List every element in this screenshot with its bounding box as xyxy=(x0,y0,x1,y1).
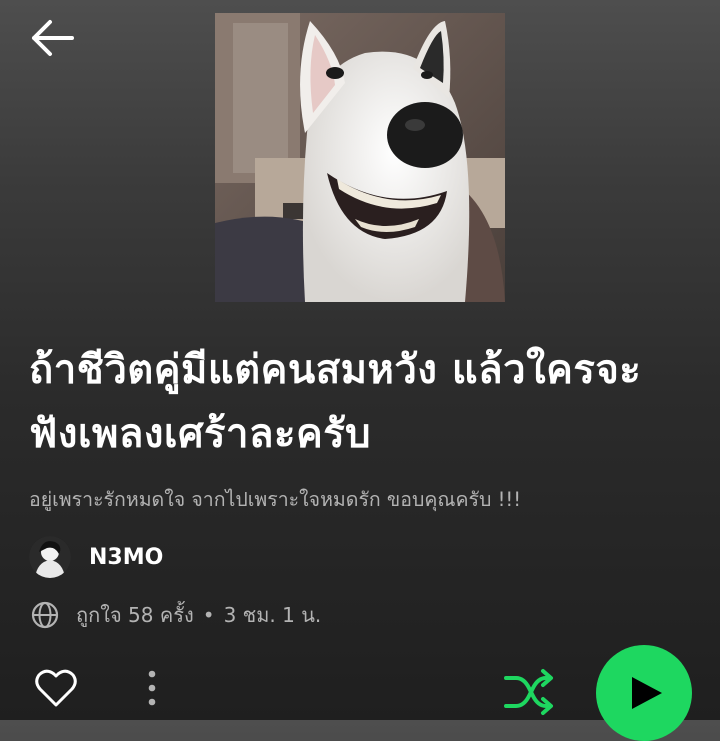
avatar[interactable] xyxy=(29,536,71,578)
shuffle-icon xyxy=(504,669,553,715)
like-button[interactable] xyxy=(33,665,79,711)
meta-separator: • xyxy=(202,603,215,627)
playlist-owner[interactable]: N3MO xyxy=(29,535,163,579)
globe-icon xyxy=(31,601,59,629)
shuffle-button[interactable] xyxy=(502,666,556,720)
playlist-cover-image xyxy=(215,13,505,302)
owner-name[interactable]: N3MO xyxy=(89,545,163,570)
heart-outline-icon xyxy=(35,669,77,707)
playlist-meta: ถูกใจ 58 ครั้ง • 3 ชม. 1 น. xyxy=(30,598,321,632)
back-button[interactable] xyxy=(28,16,78,60)
playlist-description: อยู่เพราะรักหมดใจ จากไปเพราะใจหมดรัก ขอบ… xyxy=(29,488,522,511)
more-options-button[interactable] xyxy=(140,668,164,712)
likes-count: ถูกใจ 58 ครั้ง xyxy=(76,603,194,627)
arrow-left-icon xyxy=(32,20,74,56)
play-button[interactable] xyxy=(596,645,692,741)
play-icon xyxy=(632,677,662,709)
playlist-title: ถ้าชีวิตคู่มีแต่คนสมหวัง แล้วใครจะฟังเพล… xyxy=(29,347,642,457)
more-vertical-icon xyxy=(148,670,156,706)
playlist-duration: 3 ชม. 1 น. xyxy=(223,603,322,627)
